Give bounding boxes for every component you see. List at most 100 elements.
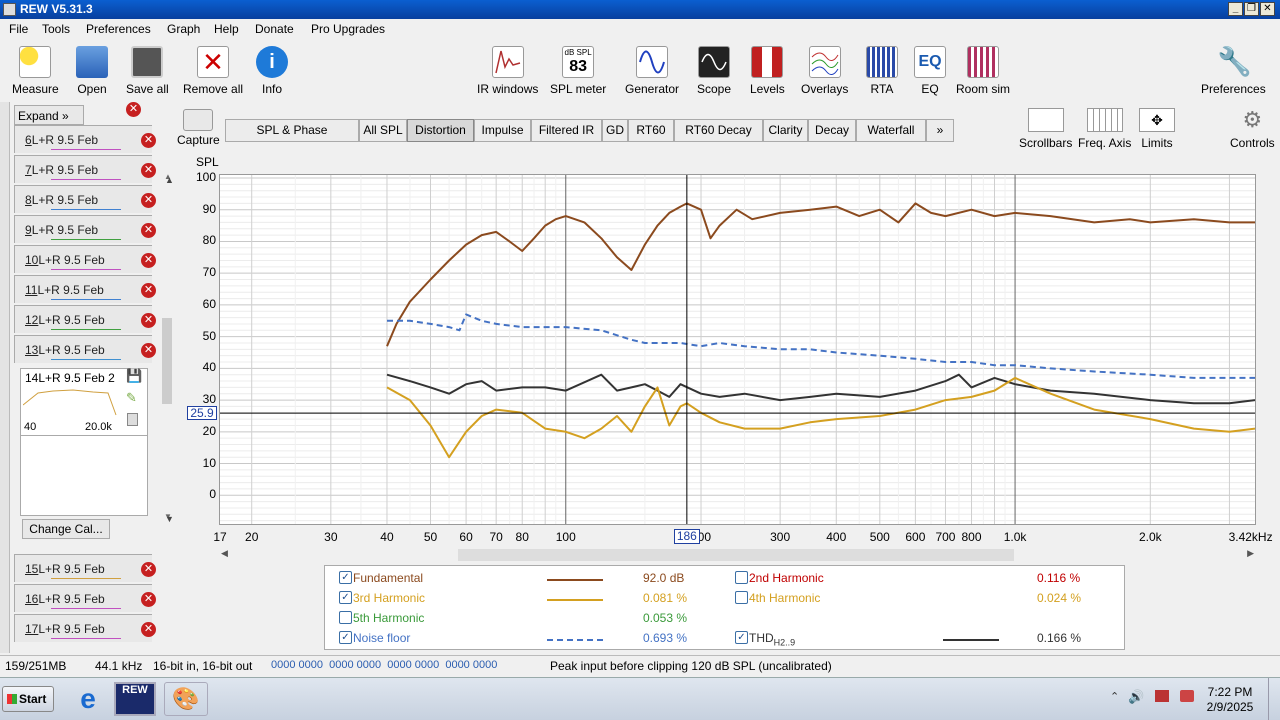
limits-button[interactable]: ✥ Limits <box>1139 108 1175 150</box>
measurement-item[interactable]: 8L+R 9.5 Feb ✕ <box>14 185 156 213</box>
maximize-button[interactable]: ❐ <box>1244 2 1259 16</box>
tab-gd[interactable]: GD <box>602 119 628 142</box>
series-thd-h2-9 <box>386 373 1256 405</box>
delete-measurement-5-button[interactable]: ✕ <box>126 102 141 117</box>
minimize-button[interactable]: _ <box>1228 2 1243 16</box>
save-measurement-icon[interactable]: 💾 <box>126 368 142 384</box>
delete-measurement-button[interactable]: ✕ <box>141 592 156 607</box>
y-scroll-up-icon[interactable]: ▲ <box>165 175 174 185</box>
ir-windows-button[interactable]: IR windows <box>477 46 538 96</box>
measurement-item[interactable]: 7L+R 9.5 Feb ✕ <box>14 155 156 183</box>
generator-button[interactable]: Generator <box>625 46 679 96</box>
scope-button[interactable]: Scope <box>697 46 731 96</box>
ie-taskbar-icon[interactable]: e <box>70 682 106 716</box>
menu-tools[interactable]: Tools <box>42 22 70 36</box>
tab-all-spl[interactable]: All SPL <box>359 119 407 142</box>
measurement-item[interactable]: 13L+R 9.5 Feb ✕ <box>14 335 156 363</box>
legend-checkbox[interactable] <box>735 591 748 604</box>
change-cal-button[interactable]: Change Cal... <box>22 519 110 539</box>
close-button[interactable]: ✕ <box>1260 2 1275 16</box>
sidebar-scroll-thumb[interactable] <box>162 318 172 404</box>
measurement-item[interactable]: 17L+R 9.5 Feb ✕ <box>14 614 156 642</box>
scrollbars-button[interactable]: Scrollbars <box>1019 108 1072 150</box>
notes-area[interactable] <box>21 435 147 515</box>
panel-splitter[interactable] <box>0 102 10 653</box>
menu-file[interactable]: File <box>9 22 28 36</box>
menu-preferences[interactable]: Preferences <box>86 22 151 36</box>
info-button[interactable]: i Info <box>256 46 288 96</box>
levels-button[interactable]: Levels <box>750 46 785 96</box>
rta-button[interactable]: RTA <box>866 46 898 96</box>
rew-taskbar-icon[interactable]: REW <box>114 682 156 716</box>
x-scrollbar[interactable]: ◀ ▶ <box>219 548 1256 562</box>
measurement-item[interactable]: 6L+R 9.5 Feb ✕ <box>14 125 156 153</box>
delete-measurement-button[interactable]: ✕ <box>141 223 156 238</box>
capture-button[interactable]: Capture <box>177 109 220 147</box>
main-toolbar: Measure Open Save all ✕ Remove all i Inf… <box>0 40 1280 100</box>
delete-measurement-button[interactable]: ✕ <box>141 313 156 328</box>
measurement-curve <box>51 603 121 609</box>
measurement-item[interactable]: 9L+R 9.5 Feb ✕ <box>14 215 156 243</box>
legend-checkbox[interactable]: ✓ <box>735 631 748 644</box>
controls-button[interactable]: ⚙ Controls <box>1230 108 1275 151</box>
tab-distortion[interactable]: Distortion <box>407 119 474 142</box>
legend-checkbox[interactable] <box>735 571 748 584</box>
delete-measurement-button[interactable]: ✕ <box>141 193 156 208</box>
delete-measurement-button[interactable]: ✕ <box>141 133 156 148</box>
start-button[interactable]: Start <box>2 686 54 712</box>
eq-button[interactable]: EQ EQ <box>914 46 946 96</box>
menu-pro-upgrades[interactable]: Pro Upgrades <box>311 22 385 36</box>
tab-clarity[interactable]: Clarity <box>763 119 808 142</box>
measurement-item[interactable]: 16L+R 9.5 Feb ✕ <box>14 584 156 612</box>
sidebar-scrollbar[interactable]: ▲ ▼ <box>161 172 173 522</box>
x-scroll-thumb[interactable] <box>458 549 1014 561</box>
spl-meter-button[interactable]: dB SPL 83 SPL meter <box>550 46 606 96</box>
tab-[interactable]: » <box>926 119 954 142</box>
measure-button[interactable]: Measure <box>12 46 59 96</box>
freq-axis-button[interactable]: Freq. Axis <box>1078 108 1131 150</box>
action-center-icon[interactable] <box>1180 690 1194 702</box>
measurement-item[interactable]: 11L+R 9.5 Feb ✕ <box>14 275 156 303</box>
menu-graph[interactable]: Graph <box>167 22 200 36</box>
tab-spl-phase[interactable]: SPL & Phase <box>225 119 359 142</box>
clock[interactable]: 7:22 PM 2/9/2025 <box>1205 685 1255 715</box>
tab-waterfall[interactable]: Waterfall <box>856 119 926 142</box>
legend-swatch <box>547 579 603 581</box>
room-sim-button[interactable]: Room sim <box>956 46 1010 96</box>
y-scroll-down-icon[interactable]: ▼ <box>165 514 174 524</box>
tab-filtered-ir[interactable]: Filtered IR <box>531 119 602 142</box>
show-desktop-button[interactable] <box>1268 678 1280 720</box>
delete-measurement-button[interactable]: ✕ <box>141 283 156 298</box>
measurement-item[interactable]: 15L+R 9.5 Feb ✕ <box>14 554 156 582</box>
tab-decay[interactable]: Decay <box>808 119 856 142</box>
measurement-item[interactable]: 12L+R 9.5 Feb ✕ <box>14 305 156 333</box>
legend-checkbox[interactable]: ✓ <box>339 571 352 584</box>
delete-measurement-button[interactable]: ✕ <box>141 622 156 637</box>
expand-button[interactable]: Expand » <box>14 105 84 125</box>
measurement-item[interactable]: 10L+R 9.5 Feb ✕ <box>14 245 156 273</box>
delete-measurement-button[interactable]: ✕ <box>141 253 156 268</box>
speaker-icon[interactable]: 🔊 <box>1128 689 1144 705</box>
legend-checkbox[interactable]: ✓ <box>339 591 352 604</box>
edit-icon[interactable]: ✎ <box>126 390 137 406</box>
save-all-button[interactable]: Save all <box>126 46 169 96</box>
network-icon[interactable] <box>1155 690 1169 702</box>
menu-help[interactable]: Help <box>214 22 239 36</box>
tray-expand-icon[interactable]: ⌃ <box>1110 690 1119 703</box>
delete-measurement-button[interactable]: ✕ <box>141 562 156 577</box>
paint-taskbar-icon[interactable]: 🎨 <box>164 682 208 716</box>
delete-measurement-button[interactable]: ✕ <box>141 343 156 358</box>
menu-donate[interactable]: Donate <box>255 22 294 36</box>
distortion-graph[interactable] <box>219 174 1256 528</box>
legend-checkbox[interactable] <box>339 611 352 624</box>
tab-rt60[interactable]: RT60 <box>628 119 674 142</box>
legend-checkbox[interactable]: ✓ <box>339 631 352 644</box>
open-button[interactable]: Open <box>76 46 108 96</box>
remove-all-button[interactable]: ✕ Remove all <box>183 46 243 96</box>
delete-measurement-button[interactable]: ✕ <box>141 163 156 178</box>
notes-icon[interactable] <box>127 413 138 426</box>
tab-impulse[interactable]: Impulse <box>474 119 531 142</box>
overlays-button[interactable]: Overlays <box>801 46 848 96</box>
preferences-button[interactable]: 🔧 Preferences <box>1201 46 1266 96</box>
tab-rt60-decay[interactable]: RT60 Decay <box>674 119 763 142</box>
